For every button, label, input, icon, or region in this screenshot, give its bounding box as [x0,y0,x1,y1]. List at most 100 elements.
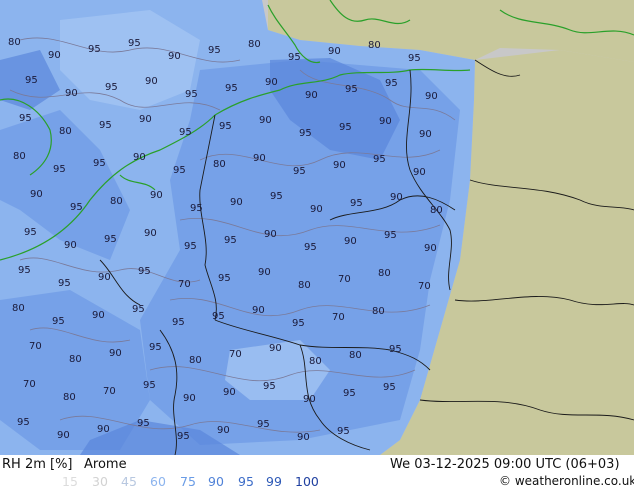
legend-value-99: 99 [266,474,282,489]
contour-value-label: 95 [304,242,317,253]
contour-value-label: 90 [48,50,61,61]
contour-value-label: 90 [303,394,316,405]
contour-value-label: 95 [172,317,185,328]
contour-value-label: 95 [132,304,145,315]
contour-value-label: 70 [29,341,42,352]
contour-value-label: 95 [337,426,350,437]
contour-value-label: 95 [350,198,363,209]
contour-value-label: 80 [248,39,261,50]
contour-value-label: 95 [219,121,232,132]
contour-value-label: 95 [185,89,198,100]
contour-value-label: 70 [178,279,191,290]
contour-value-label: 70 [332,312,345,323]
contour-value-label: 90 [252,305,265,316]
legend-value-30: 30 [92,474,108,489]
contour-value-label: 70 [418,281,431,292]
contour-value-label: 90 [150,190,163,201]
contour-value-label: 95 [345,84,358,95]
rh-map-canvas: 80 90 95 95 90 95 80 95 90 80 95 95 90 95 90 95 95 90 90 95… [0,0,634,456]
contour-value-label: 90 [379,116,392,127]
contour-value-label: 80 [430,205,443,216]
contour-value-label: 95 [173,165,186,176]
contour-value-label: 95 [408,53,421,64]
contour-value-label: 90 [223,387,236,398]
contour-value-label: 90 [168,51,181,62]
contour-value-label: 95 [143,380,156,391]
contour-value-label: 80 [309,356,322,367]
contour-value-label: 70 [338,274,351,285]
model-label: Arome [84,457,127,472]
contour-value-label: 95 [288,52,301,63]
contour-value-label: 80 [110,196,123,207]
contour-value-label: 95 [339,122,352,133]
legend-value-15: 15 [62,474,78,489]
contour-value-label: 95 [88,44,101,55]
contour-value-label: 95 [52,316,65,327]
contour-value-label: 95 [383,382,396,393]
contour-value-label: 95 [224,235,237,246]
weather-map: 80 90 95 95 90 95 80 95 90 80 95 95 90 95 90 95 95 90 90 95… [0,0,634,456]
contour-value-label: 95 [177,431,190,442]
contour-value-label: 80 [368,40,381,51]
contour-value-label: 95 [18,265,31,276]
legend-value-60: 60 [150,474,166,489]
contour-value-label: 90 [144,228,157,239]
legend-value-100: 100 [295,474,319,489]
contour-value-label: 90 [344,236,357,247]
contour-value-label: 95 [53,164,66,175]
contour-value-label: 90 [258,267,271,278]
contour-value-label: 95 [373,154,386,165]
contour-value-label: 80 [8,37,21,48]
legend-value-75: 75 [180,474,196,489]
contour-value-label: 90 [297,432,310,443]
contour-value-label: 90 [264,229,277,240]
contour-value-label: 90 [57,430,70,441]
contour-value-label: 80 [213,159,226,170]
contour-value-label: 90 [98,272,111,283]
contour-value-label: 95 [93,158,106,169]
contour-value-label: 90 [265,77,278,88]
contour-value-label: 90 [413,167,426,178]
contour-value-label: 90 [230,197,243,208]
contour-value-label: 80 [63,392,76,403]
variable-label: RH 2m [%] [2,457,73,472]
contour-value-label: 95 [17,417,30,428]
valid-time-label: We 03-12-2025 09:00 UTC (06+03) [390,457,620,472]
contour-value-label: 90 [30,189,43,200]
contour-value-label: 95 [190,203,203,214]
contour-value-label: 90 [133,152,146,163]
contour-value-label: 70 [23,379,36,390]
legend-value-95: 95 [238,474,254,489]
contour-value-label: 95 [19,113,32,124]
contour-value-label: 95 [149,342,162,353]
contour-value-label: 95 [99,120,112,131]
contour-value-label: 95 [218,273,231,284]
contour-value-label: 95 [137,418,150,429]
contour-value-label: 80 [69,354,82,365]
contour-value-label: 90 [310,204,323,215]
contour-value-label: 90 [65,88,78,99]
contour-value-label: 90 [109,348,122,359]
contour-value-label: 95 [104,234,117,245]
contour-value-label: 90 [145,76,158,87]
contour-value-label: 90 [305,90,318,101]
contour-value-label: 90 [269,343,282,354]
contour-value-label: 80 [13,151,26,162]
contour-value-label: 95 [270,191,283,202]
contour-value-label: 90 [217,425,230,436]
contour-value-label: 95 [70,202,83,213]
contour-value-label: 95 [128,38,141,49]
credit-label[interactable]: © weatheronline.co.uk [499,474,634,488]
contour-value-label: 95 [212,311,225,322]
contour-value-label: 95 [292,318,305,329]
contour-value-label: 90 [259,115,272,126]
contour-value-label: 80 [59,126,72,137]
contour-value-label: 90 [328,46,341,57]
contour-value-label: 70 [103,386,116,397]
contour-value-label: 95 [208,45,221,56]
contour-value-label: 80 [298,280,311,291]
contour-value-label: 90 [253,153,266,164]
contour-value-label: 95 [225,83,238,94]
contour-value-label: 90 [139,114,152,125]
contour-value-label: 95 [25,75,38,86]
